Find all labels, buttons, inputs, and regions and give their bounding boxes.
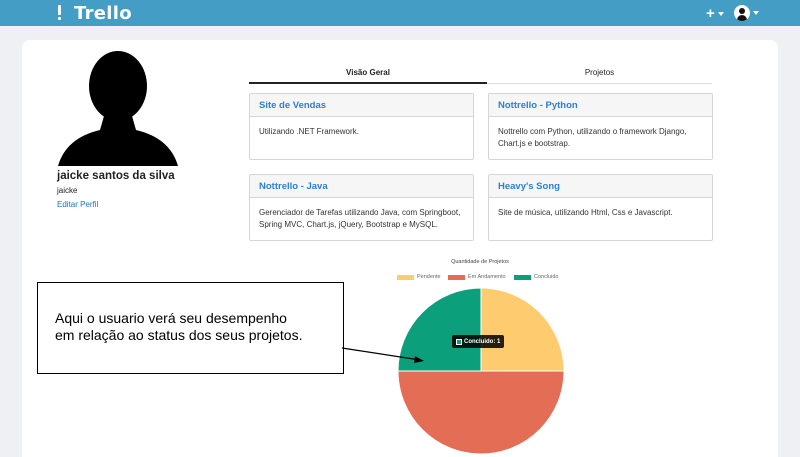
tooltip-text: Concluido: 1 — [464, 338, 501, 345]
exclamation-icon — [56, 5, 68, 21]
profile-avatar — [58, 51, 178, 166]
annotation-line-1: Aqui o usuario verá seu desempenho — [55, 310, 287, 326]
tooltip-swatch — [456, 338, 462, 345]
plus-icon: + — [706, 5, 715, 22]
annotation-line-2: em relação ao status dos seus projetos. — [55, 327, 303, 343]
project-description: Site de música, utilizando Html, Css e J… — [498, 208, 673, 217]
chevron-down-icon — [717, 11, 724, 16]
edit-profile-link[interactable]: Editar Perfil — [57, 200, 98, 209]
project-description: Gerenciador de Tarefas utilizando Java, … — [259, 208, 461, 229]
project-title[interactable]: Heavy's Song — [489, 175, 712, 198]
project-card: Nottrello - Python Nottrello com Python,… — [488, 93, 713, 160]
profile-username: jaicke — [57, 186, 78, 195]
profile-name: jaicke santos da silva — [57, 170, 175, 182]
project-card: Site de Vendas Utilizando .NET Framework… — [249, 93, 474, 160]
user-avatar-icon — [734, 5, 750, 21]
project-description: Nottrello com Python, utilizando o frame… — [498, 127, 687, 148]
pie-slice-pendente[interactable] — [480, 287, 565, 372]
project-card: Nottrello - Java Gerenciador de Tarefas … — [249, 174, 474, 241]
project-title[interactable]: Site de Vendas — [250, 94, 473, 117]
pie-slice-em-andamento[interactable] — [397, 370, 565, 455]
user-menu-button[interactable] — [734, 5, 759, 21]
top-navbar: Trello + — [0, 0, 800, 26]
chart-tooltip: Concluido: 1 — [452, 335, 505, 348]
pie-chart — [397, 287, 565, 455]
tab-projetos[interactable]: Projetos — [487, 68, 712, 84]
chart-title: Quantidade de Projetos — [451, 259, 509, 265]
project-description: Utilizando .NET Framework. — [259, 127, 359, 136]
project-card: Heavy's Song Site de música, utilizando … — [488, 174, 713, 241]
brand-name: Trello — [74, 2, 132, 24]
project-title[interactable]: Nottrello - Java — [250, 175, 473, 198]
add-menu-button[interactable]: + — [706, 5, 724, 22]
tab-visao-geral[interactable]: Visão Geral — [249, 68, 487, 84]
brand-logo[interactable]: Trello — [56, 2, 132, 24]
project-title[interactable]: Nottrello - Python — [489, 94, 712, 117]
annotation-box: Aqui o usuario verá seu desempenho em re… — [37, 282, 344, 374]
chevron-down-icon — [753, 11, 759, 15]
pie-slice-concluido[interactable] — [397, 287, 482, 372]
